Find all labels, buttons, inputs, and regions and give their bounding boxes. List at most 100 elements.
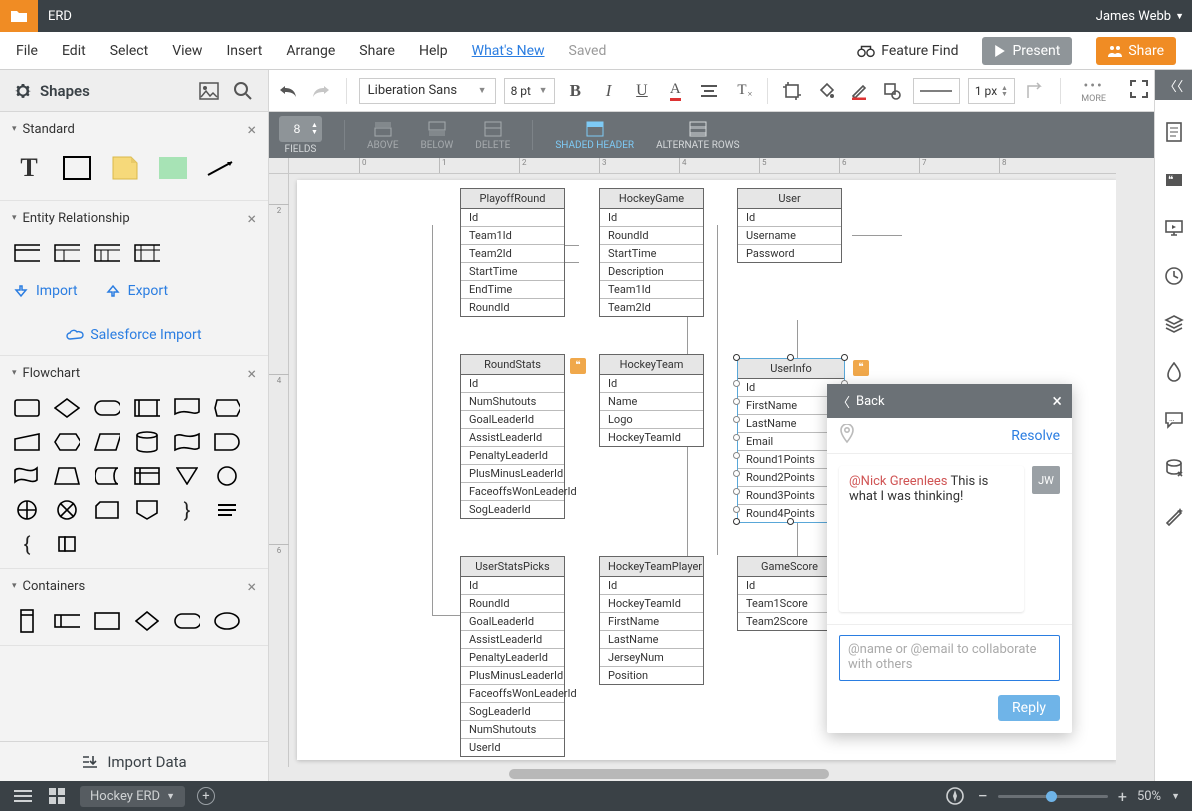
scrollbar-thumb[interactable] [509,769,829,779]
alternate-rows-button[interactable]: ALTERNATE ROWS [656,120,739,151]
dock-collapse-button[interactable]: 〈〈 [1155,70,1192,100]
close-icon[interactable]: × [247,120,256,139]
shaded-header-button[interactable]: SHADED HEADER [555,120,634,151]
add-above-button[interactable]: ABOVE [367,120,399,151]
fontsize-select[interactable]: 8 pt▼ [504,78,555,104]
redo-button[interactable] [308,78,333,104]
zoom-slider[interactable] [998,795,1108,798]
fc-parallelogram[interactable] [94,432,120,452]
ct-6[interactable] [214,611,240,631]
horizontal-scrollbar[interactable] [289,767,1116,781]
menu-arrange[interactable]: Arrange [286,43,335,59]
comment-back-button[interactable]: 〈Back [837,392,885,411]
underline-button[interactable]: U [629,78,654,104]
fc-terminator[interactable] [94,398,120,418]
er-shape-2[interactable] [54,243,80,263]
fields-input[interactable] [283,122,311,136]
zoom-slider-thumb[interactable] [1046,791,1057,802]
comment-reply-button[interactable]: Reply [998,695,1060,721]
zoom-out-button[interactable]: − [978,786,988,807]
crop-button[interactable] [780,78,805,104]
comment-reply-input[interactable] [839,635,1060,681]
dock-quote-icon[interactable]: ❝ [1155,156,1192,204]
fc-delay[interactable] [214,432,240,452]
dock-layers-icon[interactable] [1155,300,1192,348]
dock-fill-icon[interactable] [1155,348,1192,396]
table-hockeyteamplayer[interactable]: HockeyTeamPlayer Id HockeyTeamId FirstNa… [599,556,704,685]
section-flowchart-header[interactable]: Flowchart× [0,356,268,390]
close-icon[interactable]: × [247,577,256,596]
selection-handle[interactable] [787,518,794,525]
line-style-select[interactable] [913,78,960,104]
fc-offpage[interactable] [134,500,160,520]
gear-icon[interactable] [14,82,32,100]
menu-view[interactable]: View [172,43,202,59]
font-select[interactable]: Liberation Sans▼ [359,78,496,104]
menu-file[interactable]: File [16,43,38,59]
table-playoffround[interactable]: PlayoffRound Id Team1Id Team2Id StartTim… [460,188,565,317]
line-route-button[interactable] [1023,78,1048,104]
connection-point[interactable] [733,452,740,459]
menu-insert[interactable]: Insert [226,43,262,59]
list-view-icon[interactable] [12,785,34,807]
fc-stored[interactable] [94,466,120,486]
fc-list[interactable] [214,500,240,520]
fc-rect[interactable] [14,398,40,418]
connection-point[interactable] [733,398,740,405]
italic-button[interactable]: I [596,78,621,104]
document-title[interactable]: ERD [48,9,72,24]
ct-1[interactable] [14,611,40,631]
stepper-icon[interactable]: ▲▼ [311,122,318,136]
close-icon[interactable]: × [247,364,256,383]
ct-2[interactable] [54,611,80,631]
add-below-button[interactable]: BELOW [421,120,454,151]
fill-button[interactable] [813,78,838,104]
image-icon[interactable] [198,80,220,102]
er-shape-3[interactable] [94,243,120,263]
vertical-scrollbar[interactable] [1116,174,1130,767]
section-standard-header[interactable]: Standard× [0,112,268,146]
align-button[interactable] [696,78,721,104]
connection-point[interactable] [733,434,740,441]
dock-history-icon[interactable] [1155,252,1192,300]
share-button[interactable]: Share [1096,37,1176,65]
menu-help[interactable]: Help [419,43,448,59]
fc-trap[interactable] [54,466,80,486]
fc-sumjunc[interactable] [14,500,40,520]
dock-comments-icon[interactable]: … [1155,396,1192,444]
undo-button[interactable] [275,78,300,104]
line-width-select[interactable]: 1 px▲▼ [968,78,1015,104]
fc-diamond[interactable] [54,398,80,418]
search-icon[interactable] [232,80,254,102]
table-hockeyteam[interactable]: HockeyTeam Id Name Logo HockeyTeamId [599,354,704,447]
fc-display[interactable] [214,398,240,418]
delete-row-button[interactable]: ×DELETE [475,120,510,151]
fullscreen-button[interactable] [1130,80,1148,102]
dock-magic-icon[interactable] [1155,492,1192,540]
fc-brace[interactable]: } [174,500,200,520]
more-button[interactable]: •••MORE [1081,78,1106,104]
canvas[interactable]: 0 1 2 3 4 5 6 7 8 2 4 6 [269,158,1154,781]
import-data-button[interactable]: Import Data [0,741,268,781]
add-page-button[interactable]: + [197,787,215,805]
fc-circle[interactable] [214,466,240,486]
shape-options-button[interactable] [880,78,905,104]
page-tab[interactable]: Hockey ERD▼ [80,786,185,807]
er-shape-4[interactable] [134,243,160,263]
fc-brace2[interactable]: { [14,534,40,554]
er-export-link[interactable]: Export [106,283,168,299]
hotspot-shape[interactable] [158,154,188,182]
selection-handle[interactable] [787,354,794,361]
clear-format-button[interactable]: T× [729,78,754,104]
fc-internal[interactable] [134,466,160,486]
table-userstatspicks[interactable]: UserStatsPicks Id RoundId GoalLeaderId A… [460,556,565,757]
block-shape[interactable] [62,154,92,182]
compass-icon[interactable] [944,785,966,807]
fc-manual-input[interactable] [14,432,40,452]
fields-stepper[interactable]: ▲▼ [279,116,322,142]
fc-swatch[interactable] [54,534,80,554]
connection-point[interactable] [733,470,740,477]
dock-notes-icon[interactable] [1155,108,1192,156]
menu-edit[interactable]: Edit [62,43,86,59]
bold-button[interactable]: B [563,78,588,104]
